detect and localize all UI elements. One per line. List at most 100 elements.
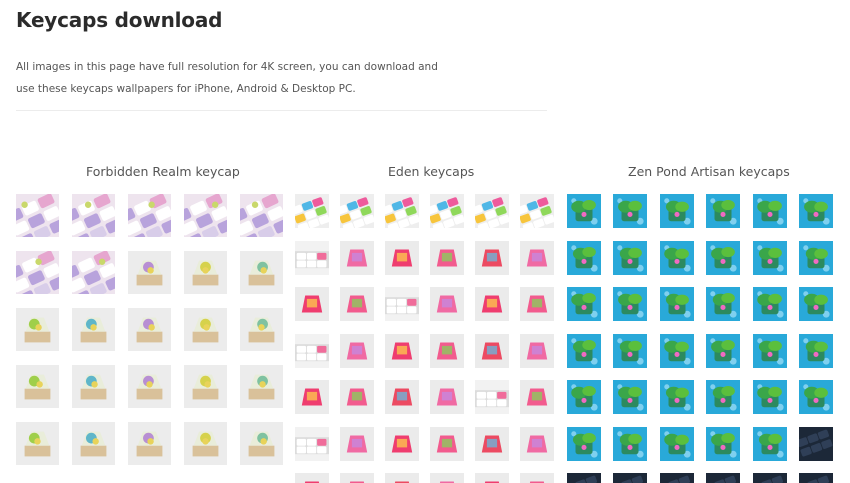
keycap-thumbnail[interactable] (798, 380, 833, 414)
keycap-thumbnail[interactable] (706, 287, 741, 321)
keycap-thumbnail[interactable] (385, 473, 419, 483)
keycap-thumbnail[interactable] (567, 240, 601, 275)
keycap-thumbnail[interactable] (659, 194, 694, 228)
keycap-thumbnail[interactable] (706, 333, 741, 368)
keycap-thumbnail[interactable] (184, 365, 227, 408)
keycap-thumbnail[interactable] (184, 194, 227, 237)
keycap-thumbnail[interactable] (430, 473, 464, 483)
keycap-thumbnail[interactable] (567, 333, 601, 368)
keycap-thumbnail[interactable] (295, 426, 329, 461)
keycap-thumbnail[interactable] (340, 473, 374, 483)
keycap-thumbnail[interactable] (72, 251, 115, 294)
keycap-thumbnail[interactable] (520, 194, 554, 228)
keycap-thumbnail[interactable] (798, 426, 833, 461)
keycap-thumbnail[interactable] (72, 422, 115, 465)
keycap-thumbnail[interactable] (16, 308, 59, 351)
keycap-thumbnail[interactable] (659, 380, 694, 414)
keycap-thumbnail[interactable] (430, 240, 464, 275)
keycap-thumbnail[interactable] (385, 426, 419, 461)
keycap-thumbnail[interactable] (475, 426, 509, 461)
keycap-thumbnail[interactable] (520, 426, 554, 461)
keycap-thumbnail[interactable] (567, 473, 601, 483)
keycap-thumbnail[interactable] (613, 287, 648, 321)
keycap-thumbnail[interactable] (385, 287, 419, 321)
keycap-thumbnail[interactable] (752, 333, 787, 368)
keycap-thumbnail[interactable] (475, 194, 509, 228)
keycap-thumbnail[interactable] (520, 473, 554, 483)
keycap-thumbnail[interactable] (752, 240, 787, 275)
keycap-thumbnail[interactable] (184, 251, 227, 294)
keycap-thumbnail[interactable] (295, 194, 329, 228)
keycap-thumbnail[interactable] (385, 194, 419, 228)
keycap-thumbnail[interactable] (659, 333, 694, 368)
keycap-thumbnail[interactable] (520, 380, 554, 414)
keycap-thumbnail[interactable] (340, 333, 374, 368)
keycap-thumbnail[interactable] (567, 426, 601, 461)
keycap-thumbnail[interactable] (340, 240, 374, 275)
keycap-thumbnail[interactable] (752, 287, 787, 321)
keycap-thumbnail[interactable] (475, 287, 509, 321)
keycap-thumbnail[interactable] (72, 365, 115, 408)
keycap-thumbnail[interactable] (340, 426, 374, 461)
keycap-thumbnail[interactable] (184, 422, 227, 465)
keycap-thumbnail[interactable] (295, 473, 329, 483)
keycap-thumbnail[interactable] (240, 194, 283, 237)
keycap-thumbnail[interactable] (430, 426, 464, 461)
keycap-thumbnail[interactable] (613, 380, 648, 414)
keycap-thumbnail[interactable] (385, 380, 419, 414)
keycap-thumbnail[interactable] (128, 251, 171, 294)
keycap-thumbnail[interactable] (340, 380, 374, 414)
keycap-thumbnail[interactable] (706, 426, 741, 461)
keycap-thumbnail[interactable] (295, 287, 329, 321)
keycap-thumbnail[interactable] (567, 287, 601, 321)
keycap-thumbnail[interactable] (613, 426, 648, 461)
keycap-thumbnail[interactable] (475, 333, 509, 368)
keycap-thumbnail[interactable] (520, 333, 554, 368)
keycap-thumbnail[interactable] (385, 333, 419, 368)
keycap-thumbnail[interactable] (340, 287, 374, 321)
keycap-thumbnail[interactable] (798, 333, 833, 368)
keycap-thumbnail[interactable] (430, 333, 464, 368)
keycap-thumbnail[interactable] (659, 240, 694, 275)
keycap-thumbnail[interactable] (72, 194, 115, 237)
keycap-thumbnail[interactable] (240, 365, 283, 408)
keycap-thumbnail[interactable] (385, 240, 419, 275)
keycap-thumbnail[interactable] (72, 308, 115, 351)
keycap-thumbnail[interactable] (659, 287, 694, 321)
keycap-thumbnail[interactable] (706, 380, 741, 414)
keycap-thumbnail[interactable] (128, 308, 171, 351)
keycap-thumbnail[interactable] (613, 240, 648, 275)
keycap-thumbnail[interactable] (16, 422, 59, 465)
keycap-thumbnail[interactable] (128, 365, 171, 408)
keycap-thumbnail[interactable] (16, 251, 59, 294)
keycap-thumbnail[interactable] (752, 380, 787, 414)
keycap-thumbnail[interactable] (128, 422, 171, 465)
keycap-thumbnail[interactable] (520, 240, 554, 275)
keycap-thumbnail[interactable] (706, 240, 741, 275)
keycap-thumbnail[interactable] (475, 240, 509, 275)
keycap-thumbnail[interactable] (475, 380, 509, 414)
keycap-thumbnail[interactable] (430, 287, 464, 321)
keycap-thumbnail[interactable] (16, 194, 59, 237)
keycap-thumbnail[interactable] (240, 308, 283, 351)
keycap-thumbnail[interactable] (475, 473, 509, 483)
keycap-thumbnail[interactable] (798, 287, 833, 321)
keycap-thumbnail[interactable] (295, 380, 329, 414)
keycap-thumbnail[interactable] (798, 473, 833, 483)
keycap-thumbnail[interactable] (659, 473, 694, 483)
keycap-thumbnail[interactable] (706, 194, 741, 228)
keycap-thumbnail[interactable] (613, 473, 648, 483)
keycap-thumbnail[interactable] (613, 194, 648, 228)
keycap-thumbnail[interactable] (659, 426, 694, 461)
keycap-thumbnail[interactable] (295, 333, 329, 368)
keycap-thumbnail[interactable] (567, 380, 601, 414)
keycap-thumbnail[interactable] (752, 194, 787, 228)
keycap-thumbnail[interactable] (184, 308, 227, 351)
keycap-thumbnail[interactable] (706, 473, 741, 483)
keycap-thumbnail[interactable] (798, 240, 833, 275)
keycap-thumbnail[interactable] (340, 194, 374, 228)
keycap-thumbnail[interactable] (520, 287, 554, 321)
keycap-thumbnail[interactable] (128, 194, 171, 237)
keycap-thumbnail[interactable] (240, 251, 283, 294)
keycap-thumbnail[interactable] (567, 194, 601, 228)
